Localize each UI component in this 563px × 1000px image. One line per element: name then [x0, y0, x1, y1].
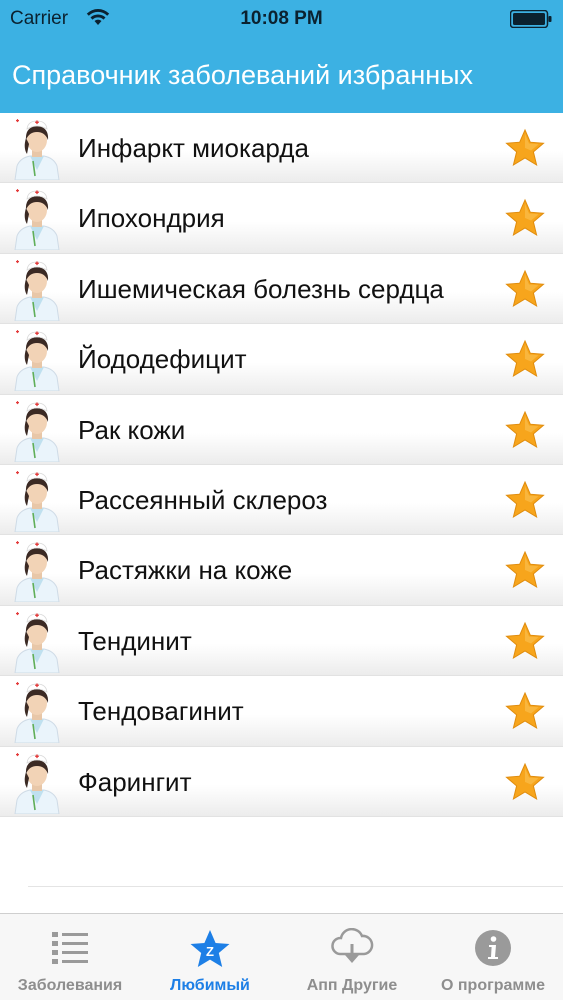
doctor-avatar-icon — [14, 471, 60, 532]
list-item-label: Тендовагинит — [78, 696, 244, 727]
favorites-list: Инфаркт миокарда Ипохондрия Ишемическая … — [0, 113, 563, 818]
list-item[interactable]: Рак кожи — [0, 394, 563, 466]
tab-favorites[interactable]: Z Любимый — [140, 914, 280, 1000]
doctor-avatar-icon — [14, 611, 60, 673]
tab-label: О программе — [440, 977, 545, 994]
doctor-avatar-icon — [14, 541, 60, 603]
doctor-avatar-icon — [14, 189, 60, 251]
list-item-label: Инфаркт миокарда — [78, 133, 309, 163]
tab-diseases[interactable]: Заболевания — [0, 914, 140, 1000]
list-item-label: Йододефицит — [78, 344, 247, 375]
favorite-star-icon[interactable] — [505, 691, 545, 731]
list-icon — [52, 932, 88, 964]
list-item[interactable]: Ишемическая болезнь сердца — [0, 253, 563, 325]
page-title: Справочник заболеваний избранных — [12, 60, 474, 90]
list-divider — [28, 886, 563, 887]
list-item[interactable]: Фарингит — [0, 746, 563, 818]
list-item[interactable]: Тендинит — [0, 605, 563, 677]
doctor-avatar-icon — [14, 119, 60, 180]
favorite-star-icon[interactable] — [505, 480, 545, 520]
list-item[interactable]: Растяжки на коже — [0, 535, 563, 607]
battery-icon — [510, 10, 552, 28]
doctor-avatar-icon — [14, 752, 60, 814]
doctor-avatar-icon — [14, 682, 60, 744]
doctor-avatar-icon — [14, 330, 60, 392]
favorites-star-icon: Z — [190, 930, 230, 967]
favorite-star-icon[interactable] — [505, 198, 545, 238]
list-item[interactable]: Инфаркт миокарда — [0, 113, 563, 184]
favorite-star-icon[interactable] — [505, 269, 545, 309]
tab-label: Любимый — [170, 977, 250, 994]
list-item[interactable]: Тендовагинит — [0, 676, 563, 747]
list-item-label: Рассеянный склероз — [78, 484, 328, 515]
tab-label: Апп Другие — [306, 977, 398, 994]
favorite-star-icon[interactable] — [505, 762, 545, 802]
info-icon — [475, 930, 511, 966]
tab-other-apps[interactable]: Апп Другие — [282, 914, 422, 1000]
status-bar: Carrier 10:08 PM — [0, 0, 563, 40]
cloud-download-icon — [331, 928, 374, 963]
doctor-avatar-icon — [14, 400, 60, 462]
app-header: Carrier 10:08 PM Справочник заболеваний … — [0, 0, 563, 113]
status-time: 10:08 PM — [240, 8, 323, 29]
list-item-label: Ипохондрия — [78, 203, 225, 234]
tab-about[interactable]: О программе — [423, 914, 563, 1000]
list-item[interactable]: Рассеянный склероз — [0, 464, 563, 536]
list-item[interactable]: Ипохондрия — [0, 183, 563, 255]
list-item-label: Растяжки на коже — [78, 555, 293, 586]
favorite-star-icon[interactable] — [505, 339, 545, 379]
doctor-avatar-icon — [14, 259, 60, 321]
favorite-star-icon[interactable] — [505, 550, 545, 590]
list-item-label: Рак кожи — [78, 414, 186, 445]
favorite-star-icon[interactable] — [505, 128, 545, 168]
list-item-label: Ишемическая болезнь сердца — [78, 273, 444, 304]
list-item[interactable]: Йододефицит — [0, 324, 563, 395]
tab-label: Заболевания — [17, 977, 123, 994]
list-item-label: Тендинит — [78, 625, 192, 656]
favorite-star-icon[interactable] — [505, 621, 545, 661]
favorite-star-icon[interactable] — [505, 410, 545, 450]
svg-text:Z: Z — [206, 944, 214, 959]
list-item-label: Фарингит — [78, 766, 192, 797]
tab-bar: Заболевания Z Любимый Апп Другие О прогр… — [0, 913, 563, 1000]
